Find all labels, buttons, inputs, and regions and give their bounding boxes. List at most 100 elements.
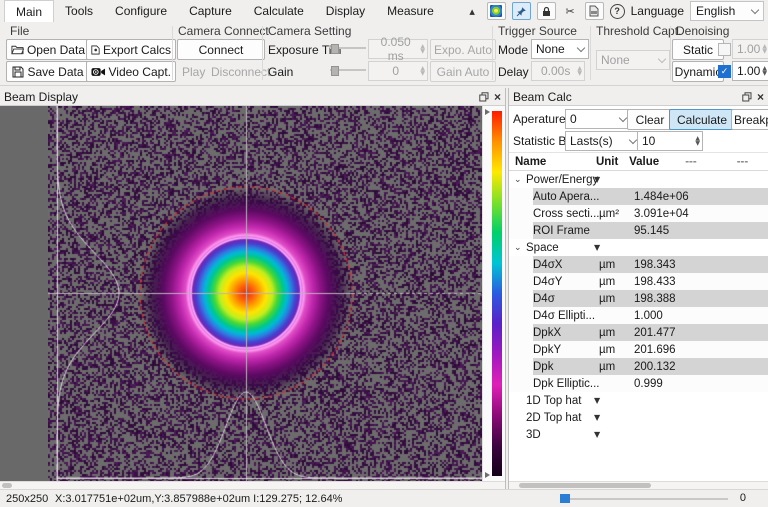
table-row[interactable]: DpkYµm201.696 [509,341,768,358]
calculate-button[interactable]: Calculate [669,109,735,130]
help-icon[interactable]: ? [610,4,625,19]
static-spinbox[interactable]: 1.00 ▲▼ [732,39,768,59]
table-row[interactable]: D4σYµm198.433 [509,273,768,290]
slider-handle[interactable] [331,66,339,76]
table-row[interactable]: D4σXµm198.343 [509,256,768,273]
collapse-ribbon-icon[interactable]: ▴ [464,3,481,19]
breakpoint-button[interactable]: Breakpoint [731,109,768,130]
table-header-cell[interactable]: Unit [596,156,629,168]
video-capture-button[interactable]: Video Capt. [86,61,176,82]
menu-tab-display[interactable]: Display [315,0,376,22]
play-button[interactable]: Play [182,65,205,79]
pin-icon[interactable] [512,2,531,20]
table-group-space[interactable]: ⌄Space▼ [509,239,768,256]
beam-image-canvas[interactable] [48,106,483,481]
colorbar-marker-top[interactable] [485,109,490,115]
export-calcs-button[interactable]: Export Calcs [86,39,176,60]
beam-calc-title: Beam Calc [513,90,572,104]
colorbar-marker-bottom[interactable] [485,472,490,478]
open-data-button[interactable]: Open Data [6,39,90,60]
cell-value: 201.477 [634,327,714,339]
frame-slider-value: 0 [740,492,746,504]
spinner-arrows-icon[interactable]: ▲▼ [762,44,767,54]
scissors-icon[interactable]: ✂ [562,3,579,19]
delay-spinbox[interactable]: 0.00s ▲▼ [531,61,585,81]
spinner-arrows-icon[interactable]: ▲▼ [762,66,767,76]
statistic-by-select[interactable]: Lasts(s) [565,131,641,151]
gain-slider[interactable] [330,64,366,76]
scroll-thumb[interactable] [2,483,12,488]
caret-down-icon[interactable]: ▼ [594,243,600,252]
dynamic-checkbox[interactable]: ✓ [718,65,731,78]
table-row-cells: Cross secti...µm²3.091e+04 [533,205,768,222]
threshold-select[interactable]: None [596,50,670,70]
group-label-file: File [10,24,29,38]
menu-tab-calculate[interactable]: Calculate [243,0,315,22]
gain-auto-button[interactable]: Gain Auto [430,61,496,82]
menu-tab-capture[interactable]: Capture [178,0,243,22]
menu-tab-main[interactable]: Main [4,0,54,23]
static-checkbox[interactable] [718,43,731,56]
float-panel-icon[interactable] [479,92,489,102]
table-row[interactable]: Auto Apera...1.484e+06 [509,188,768,205]
table-row[interactable]: DpkXµm201.477 [509,324,768,341]
menu-tab-measure[interactable]: Measure [376,0,445,22]
connect-button[interactable]: Connect [177,39,265,60]
cell-name: Dpk Elliptic... [533,378,599,390]
frame-slider[interactable] [560,492,728,505]
statistic-count-spinbox[interactable]: 10 ▲▼ [637,131,703,151]
export-report-icon[interactable] [585,2,604,20]
spinner-arrows-icon[interactable]: ▲▼ [420,66,425,76]
table-header-cell[interactable]: Name [515,156,596,168]
group-label: 2D Top hat [526,412,594,424]
caret-down-icon[interactable]: ▼ [594,430,600,439]
spinner-arrows-icon[interactable]: ▲▼ [577,66,582,76]
float-panel-icon[interactable] [742,92,752,102]
beam-image-area[interactable] [0,106,505,481]
table-row[interactable]: Dpk Elliptic...0.999 [509,375,768,392]
table-row[interactable]: Dpkµm200.132 [509,358,768,375]
table-group-1d-top-hat[interactable]: 1D Top hat▼ [509,392,768,409]
spinner-arrows-icon[interactable]: ▲▼ [420,44,425,54]
table-row[interactable]: ROI Frame95.145 [509,222,768,239]
aperture-select[interactable]: 0 [565,109,631,129]
table-group-2d-top-hat[interactable]: 2D Top hat▼ [509,409,768,426]
table-row[interactable]: Cross secti...µm²3.091e+04 [509,205,768,222]
table-row[interactable]: D4σµm198.388 [509,290,768,307]
caret-down-icon[interactable]: ▼ [594,175,600,184]
table-group-power-energy[interactable]: ⌄Power/Energy▼ [509,171,768,188]
gain-label: Gain [268,65,293,79]
trigger-mode-select[interactable]: None [531,39,589,59]
table-header-cell[interactable]: --- [737,156,768,168]
clear-button[interactable]: Clear [627,109,673,130]
beam-view-icon[interactable] [487,2,506,20]
close-panel-icon[interactable]: × [494,91,501,103]
expo-auto-button[interactable]: Expo. Auto [430,39,496,60]
exposure-slider[interactable] [330,42,366,54]
exposure-value: 0.050 ms [371,35,420,63]
table-group-3d[interactable]: 3D▼ [509,426,768,443]
slider-handle[interactable] [331,44,339,54]
language-select[interactable]: English [690,1,764,21]
delay-label: Delay [498,65,529,79]
spinner-arrows-icon[interactable]: ▲▼ [695,136,700,146]
caret-down-icon[interactable]: ▼ [594,413,600,422]
menu-tab-tools[interactable]: Tools [54,0,104,22]
group-label-trigger-source: Trigger Source [498,24,577,38]
table-row[interactable]: D4σ Ellipti...1.000 [509,307,768,324]
toolbar-ribbon: File Open Data Export Calcs Save Data Vi… [0,22,768,86]
caret-down-icon[interactable]: ▼ [594,396,600,405]
lock-icon[interactable] [537,2,556,20]
menu-tab-configure[interactable]: Configure [104,0,178,22]
scroll-thumb[interactable] [519,483,651,488]
static-denoise-button[interactable]: Static [672,39,724,60]
slider-thumb[interactable] [560,494,570,503]
save-data-button[interactable]: Save Data [6,61,90,82]
table-header-cell[interactable]: Value [629,156,685,168]
close-panel-icon[interactable]: × [757,91,764,103]
dynamic-denoise-button[interactable]: Dynamic [672,61,724,82]
table-header-cell[interactable]: --- [685,156,737,168]
gain-spinbox[interactable]: 0 ▲▼ [368,61,428,81]
exposure-spinbox[interactable]: 0.050 ms ▲▼ [368,39,428,59]
dynamic-spinbox[interactable]: 1.00 ▲▼ [732,61,768,81]
